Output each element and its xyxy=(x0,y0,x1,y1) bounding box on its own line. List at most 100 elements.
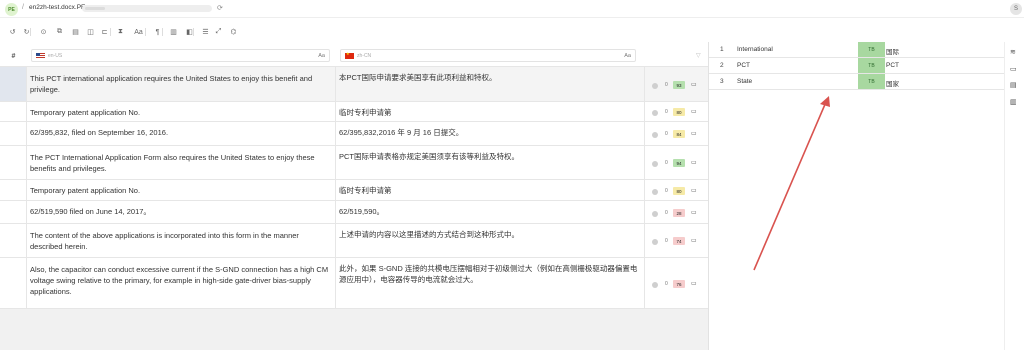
target-text[interactable]: 此外，如果 S-GND 连接的共模电压摆幅相对于初级侧过大（例如在高侧栅极驱动器… xyxy=(339,263,639,285)
term-source: International xyxy=(737,46,773,53)
row-number-cell[interactable] xyxy=(0,258,27,308)
doc-search-icon[interactable]: ▤ xyxy=(1010,81,1017,89)
termbase-entry[interactable]: 1 International TB 国际 xyxy=(709,42,1005,58)
match-score-badge: 76 xyxy=(673,280,685,288)
edit-count: 0 xyxy=(665,210,668,216)
source-text: This PCT international application requi… xyxy=(30,74,313,94)
term-source: State xyxy=(737,78,753,85)
status-dot-icon[interactable] xyxy=(652,161,658,167)
target-language-box[interactable]: zh-CN Aa xyxy=(340,49,636,62)
undo-icon[interactable]: ↺ xyxy=(7,25,18,39)
column-divider xyxy=(335,67,336,101)
copy-source-icon[interactable]: ⧉ xyxy=(54,25,65,39)
term-target: 国家 xyxy=(886,81,899,88)
view-icon[interactable]: ⌬ xyxy=(228,25,239,39)
comment-icon[interactable]: ▭ xyxy=(691,237,697,244)
row-number-cell[interactable] xyxy=(0,102,27,121)
row-number-cell[interactable] xyxy=(0,224,27,257)
comment-icon[interactable]: ▭ xyxy=(691,280,697,287)
status-dot-icon[interactable] xyxy=(652,83,658,89)
segment-row[interactable]: 62/395,832, filed on September 16, 2016.… xyxy=(0,122,708,146)
user-avatar[interactable]: S xyxy=(1010,3,1022,15)
document-title: en2zh-test.docx.PE xyxy=(29,4,86,11)
target-text[interactable]: 本PCT国际申请要求美国享有此项利益和特权。 xyxy=(339,72,639,83)
status-dot-icon[interactable] xyxy=(652,110,658,116)
status-dot-icon[interactable] xyxy=(652,239,658,245)
doc-info-icon[interactable]: ▥ xyxy=(1010,98,1017,106)
match-score-badge: 94 xyxy=(673,159,685,167)
target-text[interactable]: PCT国际申请表格亦规定美国须享有该等利益及特权。 xyxy=(339,151,639,162)
confirm-icon[interactable]: ⊙ xyxy=(38,25,49,39)
column-divider xyxy=(335,122,336,145)
target-text[interactable]: 62/395,832,2016 年 9 月 16 日提交。 xyxy=(339,127,639,138)
row-number-cell[interactable] xyxy=(0,122,27,145)
edit-count: 0 xyxy=(665,131,668,137)
comment-icon[interactable]: ▭ xyxy=(691,187,697,194)
status-dot-icon[interactable] xyxy=(652,211,658,217)
match-score-badge: 80 xyxy=(673,108,685,116)
qa-icon[interactable]: ▥ xyxy=(168,25,179,39)
clear-icon[interactable]: ▤ xyxy=(70,25,81,39)
edit-count: 0 xyxy=(665,82,668,88)
fullscreen-icon[interactable]: ⤢ xyxy=(213,25,224,39)
column-divider xyxy=(644,146,645,179)
comment-icon[interactable]: ▭ xyxy=(691,81,697,88)
segment-row[interactable]: The content of the above applications is… xyxy=(0,224,708,258)
source-case-toggle[interactable]: Aa xyxy=(318,53,325,59)
source-text: Also, the capacitor can conduct excessiv… xyxy=(30,265,329,296)
target-text[interactable]: 62/519,590。 xyxy=(339,206,639,217)
status-dot-icon[interactable] xyxy=(652,282,658,288)
grid-empty-area xyxy=(0,309,708,350)
comment-icon[interactable]: ▭ xyxy=(691,130,697,137)
match-score-badge: 84 xyxy=(673,130,685,138)
edit-count: 0 xyxy=(665,238,668,244)
app-logo[interactable]: PE xyxy=(5,3,18,16)
layers-icon[interactable]: ≋ xyxy=(1010,48,1016,56)
cn-flag-icon xyxy=(345,51,354,59)
segment-row[interactable]: Temporary patent application No. 临时专利申请第 0… xyxy=(0,180,708,201)
top-bar: PE / en2zh-test.docx.PE ⟳ S xyxy=(0,0,1024,18)
target-case-toggle[interactable]: Aa xyxy=(624,53,631,59)
row-number-cell[interactable] xyxy=(0,146,27,179)
font-case-icon[interactable]: Aa xyxy=(133,25,144,39)
row-number-cell[interactable] xyxy=(0,180,27,200)
edit-count: 0 xyxy=(665,160,668,166)
refresh-icon[interactable]: ⟳ xyxy=(217,4,223,12)
source-language-box[interactable]: en-US Aa xyxy=(31,49,330,62)
termbase-entry[interactable]: 3 State TB 国家 xyxy=(709,74,1005,90)
segment-row[interactable]: The PCT International Application Form a… xyxy=(0,146,708,180)
toolbar-divider xyxy=(30,28,31,36)
term-index: 3 xyxy=(720,78,724,85)
source-text: 62/519,590 filed on June 14, 2017。 xyxy=(30,207,151,216)
target-text[interactable]: 上述申请的内容以这里描述的方式结合到这种形式中。 xyxy=(339,229,639,240)
insert-icon[interactable]: ⧗ xyxy=(115,25,126,39)
segment-row[interactable]: Temporary patent application No. 临时专利申请第 0… xyxy=(0,102,708,122)
column-divider xyxy=(644,258,645,308)
target-text[interactable]: 临时专利申请第 xyxy=(339,185,639,196)
segment-row[interactable]: 62/519,590 filed on June 14, 2017。 62/519… xyxy=(0,201,708,224)
termbase-panel: 1 International TB 国际 2 PCT TB PCT 3 State TB 国家 xyxy=(708,42,1024,350)
segment-row[interactable]: Also, the capacitor can conduct excessiv… xyxy=(0,258,708,309)
filter-list-icon[interactable]: ☰ xyxy=(200,25,211,39)
row-number-cell[interactable] xyxy=(0,201,27,223)
termbase-entry[interactable]: 2 PCT TB PCT xyxy=(709,58,1005,74)
termbase-tag: TB xyxy=(858,58,885,73)
row-number-cell[interactable] xyxy=(0,67,27,101)
breadcrumb-separator: / xyxy=(22,4,24,11)
tag-next-icon[interactable]: ⊏ xyxy=(99,25,110,39)
column-divider xyxy=(644,102,645,121)
comment-icon[interactable]: ▭ xyxy=(691,159,697,166)
status-dot-icon[interactable] xyxy=(652,189,658,195)
comment-icon[interactable]: ▭ xyxy=(691,108,697,115)
comments-icon[interactable]: ▭ xyxy=(1010,65,1017,73)
column-divider xyxy=(335,224,336,257)
comment-icon[interactable]: ▭ xyxy=(691,209,697,216)
column-divider xyxy=(644,201,645,223)
target-text[interactable]: 临时专利申请第 xyxy=(339,107,639,118)
filter-icon[interactable]: ▽ xyxy=(696,52,701,59)
termbase-tag: TB xyxy=(858,42,885,57)
status-dot-icon[interactable] xyxy=(652,132,658,138)
us-flag-icon xyxy=(36,52,45,59)
segment-row[interactable]: This PCT international application requi… xyxy=(0,67,708,102)
tag-icon[interactable]: ◫ xyxy=(85,25,96,39)
